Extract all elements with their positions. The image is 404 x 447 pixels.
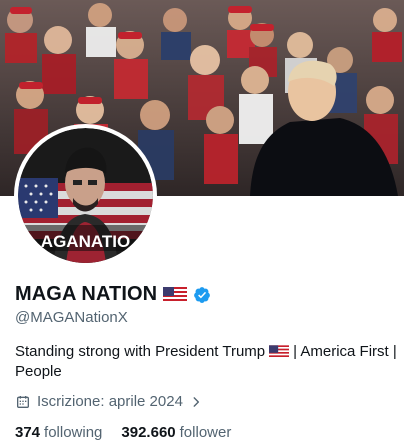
calendar-icon <box>17 395 29 408</box>
followers-count: 392.660 <box>121 424 176 441</box>
followers-link[interactable]: 392.660 follower <box>121 424 231 441</box>
verified-badge-icon[interactable] <box>193 286 211 304</box>
joined-date[interactable]: Iscrizione: aprile 2024 <box>15 393 203 410</box>
following-label: following <box>44 424 103 441</box>
bio-line-1: Standing strong with President Trump | A… <box>15 342 404 362</box>
bio-text-1-suffix: | America First | <box>293 343 397 360</box>
bio-text-1: Standing strong with President Trump <box>15 343 266 360</box>
avatar-image: AGANATIO <box>18 128 153 263</box>
bio-text-2: People <box>15 363 62 380</box>
profile-bio: Standing strong with President Trump | A… <box>15 342 404 382</box>
profile-stats: 374 following 392.660 follower <box>15 424 231 441</box>
avatar-text: AGANATIO <box>41 232 130 251</box>
followers-label: follower <box>179 424 232 441</box>
following-link[interactable]: 374 following <box>15 424 102 441</box>
following-count: 374 <box>15 424 41 441</box>
profile-avatar[interactable]: AGANATIO <box>14 124 157 267</box>
us-flag-icon <box>163 286 188 303</box>
chevron-right-icon <box>193 396 199 407</box>
bio-line-2: People <box>15 362 404 382</box>
profile-handle: @MAGANationX <box>15 309 128 326</box>
us-flag-icon <box>269 345 290 359</box>
profile-name-row: MAGA NATION <box>15 283 211 306</box>
joined-text: Iscrizione: aprile 2024 <box>37 393 183 410</box>
profile-name: MAGA NATION <box>15 283 158 305</box>
